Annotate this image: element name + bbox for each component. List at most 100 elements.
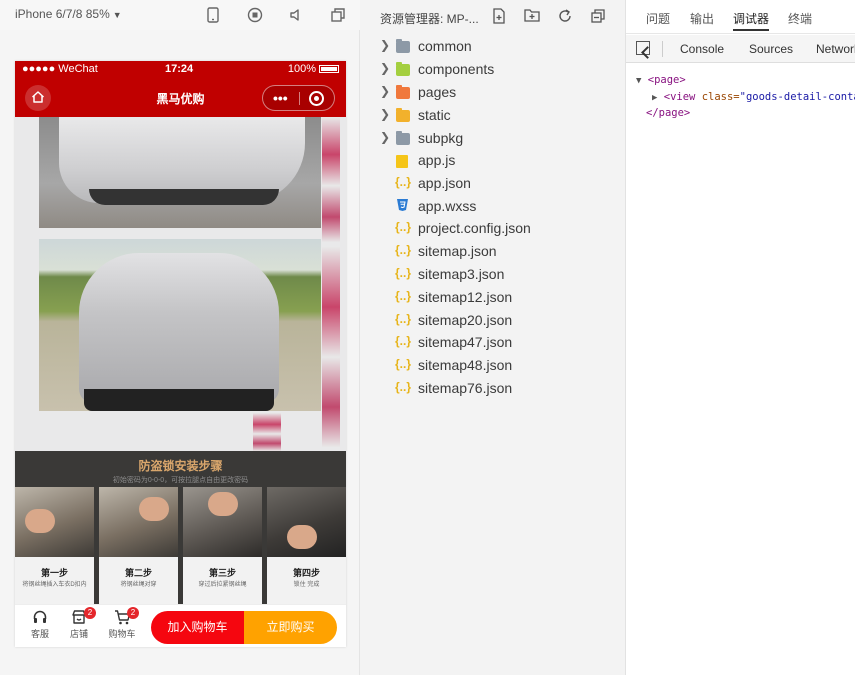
goods-detail-content[interactable]: 防盗锁安装步骤 初始密码为0-0-0，可按拉腿点自由更改密码 第一步 将钢丝绳插…	[15, 117, 346, 604]
buy-now-button[interactable]: 立即购买	[244, 611, 337, 644]
tree-file-sitemap3[interactable]: {..} sitemap3.json	[360, 264, 626, 286]
multi-window-icon[interactable]	[330, 7, 346, 23]
close-mini-program-icon[interactable]	[309, 91, 324, 106]
devtools-window: iPhone 6/7/8 85% ▼ ●●●●● WeChat 17:24 100…	[0, 0, 855, 675]
battery-indicator: 100%	[288, 63, 339, 75]
expand-down-icon: ▼	[636, 76, 642, 86]
new-folder-icon[interactable]	[524, 8, 540, 24]
step-name: 第四步	[292, 568, 320, 578]
new-file-icon[interactable]	[491, 8, 507, 24]
battery-label: 100%	[287, 63, 316, 75]
tab-terminal[interactable]: 终端	[788, 10, 812, 27]
js-file-icon	[396, 155, 408, 168]
tree-folder-common[interactable]: ❯ common	[360, 36, 626, 58]
step-name: 第一步	[40, 568, 68, 578]
shop-label: 店铺	[69, 629, 88, 639]
blossom-decoration	[322, 117, 340, 242]
hand-shape	[25, 509, 55, 533]
tab-network[interactable]: Network	[816, 42, 855, 56]
inspect-element-icon[interactable]	[636, 41, 650, 55]
step-desc: 穿过后拉紧钢丝绳	[198, 582, 247, 588]
tree-file-sitemap48[interactable]: {..} sitemap48.json	[360, 355, 626, 377]
service-tab[interactable]: 客服	[21, 609, 59, 640]
json-file-icon: {..}	[395, 289, 412, 303]
hand-shape	[287, 525, 317, 549]
caret-down-icon: ▼	[112, 10, 122, 20]
phone-icon[interactable]	[205, 7, 221, 23]
page-close-tag: </page>	[646, 107, 691, 119]
tree-item-label: sitemap48.json	[418, 357, 513, 373]
step-card: 第三步 穿过后拉紧钢丝绳	[183, 487, 262, 604]
headset-icon	[21, 609, 59, 627]
service-label: 客服	[30, 629, 49, 639]
tree-folder-subpkg[interactable]: ❯ subpkg	[360, 128, 626, 150]
cart-badge: 2	[127, 607, 139, 619]
chevron-right-icon: ❯	[380, 61, 391, 75]
step-image	[267, 487, 346, 557]
json-file-icon: {..}	[395, 312, 412, 326]
blossom-decoration-right	[322, 247, 340, 447]
shop-badge: 2	[84, 607, 96, 619]
tab-problems[interactable]: 问题	[646, 10, 670, 27]
json-file-icon: {..}	[395, 243, 412, 257]
folder-icon	[396, 39, 410, 53]
explorer-header: 资源管理器: MP-...	[360, 0, 626, 32]
tree-item-label: components	[418, 61, 495, 77]
car-bumper-shape	[89, 189, 279, 205]
folder-icon	[396, 131, 410, 145]
tree-file-project-config[interactable]: {..} project.config.json	[360, 218, 626, 240]
tree-file-app-js[interactable]: app.js	[360, 150, 626, 172]
car-wheels-shape	[84, 389, 274, 411]
tree-file-sitemap20[interactable]: {..} sitemap20.json	[360, 310, 626, 332]
folder-icon	[396, 108, 410, 122]
step-card: 第一步 将钢丝绳插入车衣D扣内	[15, 487, 94, 604]
toolbar-divider	[662, 41, 663, 57]
chevron-right-icon: ❯	[380, 107, 391, 121]
tree-item-label: sitemap20.json	[418, 312, 513, 328]
element-tree-view[interactable]: ▶ <view class="goods-detail-container"	[652, 91, 855, 103]
device-selector[interactable]: iPhone 6/7/8 85% ▼	[15, 7, 122, 21]
covered-car-shape	[79, 253, 279, 403]
tab-debugger[interactable]: 调试器	[733, 10, 770, 31]
tree-file-app-json[interactable]: {..} app.json	[360, 173, 626, 195]
simulator-toolbar: iPhone 6/7/8 85% ▼	[0, 0, 360, 30]
expand-right-icon: ▶	[652, 93, 658, 103]
tree-folder-pages[interactable]: ❯ pages	[360, 82, 626, 104]
page-open-tag: <page>	[647, 74, 686, 86]
refresh-icon[interactable]	[557, 8, 573, 24]
shop-tab[interactable]: 2 店铺	[60, 607, 98, 640]
more-dots-icon[interactable]: •••	[273, 90, 288, 106]
product-photo-car	[39, 239, 321, 411]
tree-file-sitemap76[interactable]: {..} sitemap76.json	[360, 378, 626, 400]
tab-output[interactable]: 输出	[690, 10, 714, 27]
tree-folder-static[interactable]: ❯ static	[360, 105, 626, 127]
element-tree-page-open[interactable]: ▼ <page>	[636, 74, 686, 86]
add-to-cart-button[interactable]: 加入购物车	[151, 611, 244, 644]
tree-item-label: common	[418, 38, 472, 54]
json-file-icon: {..}	[395, 334, 412, 348]
tree-item-label: pages	[418, 84, 457, 100]
tree-folder-components[interactable]: ❯ components	[360, 59, 626, 81]
collapse-all-icon[interactable]	[590, 8, 606, 24]
tree-file-sitemap47[interactable]: {..} sitemap47.json	[360, 332, 626, 354]
element-tree-page-close[interactable]: </page>	[646, 107, 690, 119]
tree-file-sitemap12[interactable]: {..} sitemap12.json	[360, 287, 626, 309]
product-photo-top	[39, 117, 321, 228]
view-attr-value: "goods-detail-container"	[739, 91, 855, 103]
tree-file-app-wxss[interactable]: app.wxss	[360, 196, 626, 218]
json-file-icon: {..}	[395, 266, 412, 280]
tab-sources[interactable]: Sources	[749, 42, 793, 56]
steps-subtitle: 初始密码为0-0-0，可按拉腿点自由更改密码	[112, 477, 249, 484]
tree-file-sitemap[interactable]: {..} sitemap.json	[360, 241, 626, 263]
cart-tab[interactable]: 2 购物车	[103, 607, 141, 640]
status-bar: ●●●●● WeChat 17:24 100%	[15, 61, 346, 79]
tree-item-label: sitemap.json	[418, 243, 497, 259]
battery-icon	[319, 65, 339, 73]
tree-item-label: subpkg	[418, 130, 464, 146]
tree-item-label: app.json	[418, 175, 471, 191]
tab-console[interactable]: Console	[680, 42, 724, 56]
phone-screen: ●●●●● WeChat 17:24 100% 黑马优购 ••• 防盗锁安装步骤…	[15, 61, 346, 647]
explorer-panel: 资源管理器: MP-... ❯ common ❯ components ❯ pa…	[360, 0, 626, 675]
volume-icon[interactable]	[288, 7, 304, 23]
stop-icon[interactable]	[247, 7, 263, 23]
